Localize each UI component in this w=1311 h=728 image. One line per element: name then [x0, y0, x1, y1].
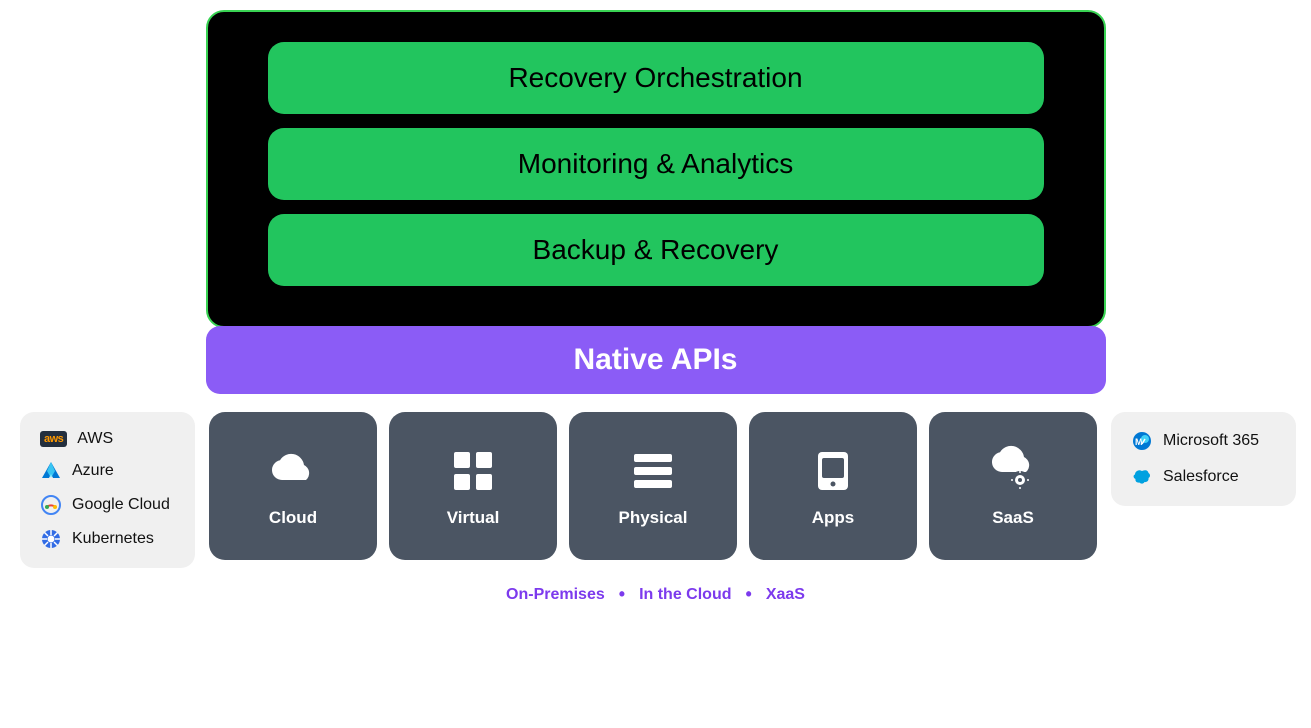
provider-salesforce: Salesforce: [1131, 466, 1276, 488]
backup-recovery-pill: Backup & Recovery: [268, 214, 1044, 286]
azure-icon: [40, 460, 62, 482]
footnote-row: On-Premises • In the Cloud • XaaS: [506, 584, 805, 605]
right-provider-panel: M Microsoft 365 Salesforce: [1111, 412, 1296, 506]
dot-1: •: [619, 584, 625, 605]
microsoft365-icon: M: [1131, 430, 1153, 452]
provider-azure: Azure: [40, 460, 175, 482]
physical-tile-icon: [626, 444, 680, 498]
provider-google-cloud: Google Cloud: [40, 494, 175, 516]
virtual-tile-icon: [446, 444, 500, 498]
recovery-orchestration-pill: Recovery Orchestration: [268, 42, 1044, 114]
left-provider-panel: aws AWS Azure Google Cloud: [20, 412, 195, 568]
saas-tile-icon: [986, 444, 1040, 498]
tile-saas: SaaS: [929, 412, 1097, 560]
aws-icon: aws: [40, 431, 67, 447]
tile-virtual: Virtual: [389, 412, 557, 560]
footnote-in-the-cloud: In the Cloud: [639, 586, 731, 604]
tile-physical: Physical: [569, 412, 737, 560]
provider-kubernetes: Kubernetes: [40, 528, 175, 550]
tile-cloud: Cloud: [209, 412, 377, 560]
salesforce-icon: [1131, 466, 1153, 488]
tile-apps: Apps: [749, 412, 917, 560]
provider-microsoft365: M Microsoft 365: [1131, 430, 1276, 452]
bottom-section: aws AWS Azure Google Cloud: [20, 412, 1291, 568]
kubernetes-icon: [40, 528, 62, 550]
diagram-container: Recovery Orchestration Monitoring & Anal…: [20, 10, 1291, 605]
main-black-box: Recovery Orchestration Monitoring & Anal…: [206, 10, 1106, 328]
category-tiles-row: Cloud Virtual: [209, 412, 1097, 560]
cloud-tile-icon: [266, 444, 320, 498]
dot-2: •: [746, 584, 752, 605]
native-apis-bar: Native APIs: [206, 326, 1106, 394]
provider-aws: aws AWS: [40, 430, 175, 448]
monitoring-analytics-pill: Monitoring & Analytics: [268, 128, 1044, 200]
google-cloud-icon: [40, 494, 62, 516]
footnote-on-premises: On-Premises: [506, 586, 605, 604]
apps-tile-icon: [806, 444, 860, 498]
footnote-xaas: XaaS: [766, 586, 805, 604]
